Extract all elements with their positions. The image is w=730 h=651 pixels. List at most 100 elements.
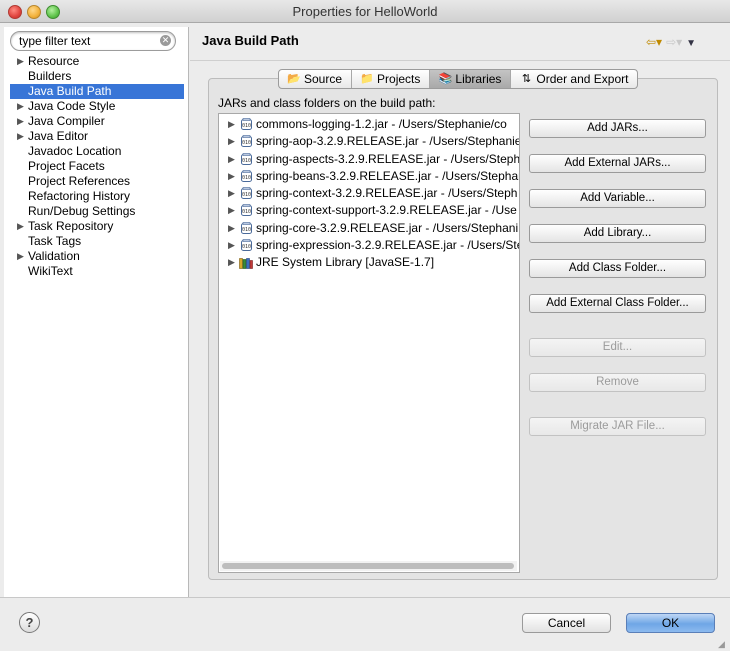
sidebar-item-label: Java Compiler — [28, 114, 105, 128]
expand-arrow-icon[interactable]: ▶ — [228, 185, 235, 202]
expand-arrow-icon[interactable]: ▶ — [17, 219, 24, 234]
tab-label: Source — [304, 72, 343, 86]
jar-icon: 010 — [241, 221, 252, 234]
view-menu-icon[interactable]: ▼ — [686, 38, 696, 49]
sidebar-item-label: Java Code Style — [28, 99, 116, 113]
sidebar-item-wikitext[interactable]: WikiText — [10, 264, 184, 279]
sidebar-item-task-tags[interactable]: Task Tags — [10, 234, 184, 249]
expand-arrow-icon[interactable]: ▶ — [17, 54, 24, 69]
order-export-icon: ⇅ — [521, 73, 532, 85]
add-library-button[interactable]: Add Library... — [529, 224, 706, 243]
add-jars-button[interactable]: Add JARs... — [529, 119, 706, 138]
sidebar-item-refactoring-history[interactable]: Refactoring History — [10, 189, 184, 204]
add-external-class-folder-button[interactable]: Add External Class Folder... — [529, 294, 706, 313]
back-arrow-icon[interactable]: ⇦▾ — [646, 35, 662, 49]
remove-button[interactable]: Remove — [529, 373, 706, 392]
sidebar-item-label: Java Editor — [28, 129, 89, 143]
jar-icon: 010 — [241, 170, 252, 182]
resize-grip-icon[interactable]: ◢ — [718, 639, 728, 649]
ok-button[interactable]: OK — [626, 613, 715, 633]
sidebar-item-java-build-path[interactable]: Java Build Path — [10, 84, 184, 99]
jre-library-icon — [239, 257, 253, 270]
sidebar-item-run-debug-settings[interactable]: Run/Debug Settings — [10, 204, 184, 219]
sidebar-item-label: WikiText — [28, 264, 73, 278]
tab-projects[interactable]: 📁 Projects — [352, 70, 431, 88]
sidebar-item-javadoc-location[interactable]: Javadoc Location — [10, 144, 184, 159]
tab-source[interactable]: 📂 Source — [279, 70, 353, 88]
svg-text:010: 010 — [242, 227, 251, 233]
header-divider — [190, 60, 730, 61]
jar-icon: 010 — [241, 118, 252, 130]
list-label: JARs and class folders on the build path… — [218, 96, 436, 110]
sidebar-item-validation[interactable]: ▶ Validation — [10, 249, 184, 264]
library-entry[interactable]: ▶ 010 spring-context-3.2.9.RELEASE.jar - /… — [219, 185, 519, 202]
sidebar-item-java-code-style[interactable]: ▶ Java Code Style — [10, 99, 184, 114]
window-title: Properties for HelloWorld — [292, 4, 438, 19]
expand-arrow-icon[interactable]: ▶ — [228, 168, 235, 185]
sidebar-item-task-repository[interactable]: ▶ Task Repository — [10, 219, 184, 234]
library-entry[interactable]: ▶ 010 commons-logging-1.2.jar - /Users/Ste… — [219, 116, 519, 133]
library-entry[interactable]: ▶ 010 spring-core-3.2.9.RELEASE.jar - /Use… — [219, 220, 519, 237]
sidebar-item-resource[interactable]: ▶ Resource — [10, 54, 184, 69]
source-folder-icon: 📂 — [287, 73, 301, 85]
sidebar-item-label: Resource — [28, 54, 80, 68]
add-variable-button[interactable]: Add Variable... — [529, 189, 706, 208]
add-external-jars-button[interactable]: Add External JARs... — [529, 154, 706, 173]
expand-arrow-icon[interactable]: ▶ — [228, 133, 235, 150]
expand-arrow-icon[interactable]: ▶ — [228, 220, 235, 237]
expand-arrow-icon[interactable]: ▶ — [228, 116, 235, 133]
horizontal-scrollbar[interactable] — [220, 561, 517, 571]
svg-text:010: 010 — [242, 244, 251, 250]
page-title: Java Build Path — [202, 33, 299, 48]
svg-text:010: 010 — [242, 175, 251, 181]
filter-input[interactable] — [19, 33, 155, 48]
projects-icon: 📁 — [360, 73, 374, 85]
library-entry[interactable]: ▶ JRE System Library [JavaSE-1.7] — [219, 254, 519, 271]
expand-arrow-icon[interactable]: ▶ — [17, 114, 24, 129]
library-entry-label: commons-logging-1.2.jar - /Users/Stephan… — [256, 117, 507, 131]
sidebar-item-java-editor[interactable]: ▶ Java Editor — [10, 129, 184, 144]
library-entry-label: spring-context-support-3.2.9.RELEASE.jar… — [256, 203, 517, 218]
expand-arrow-icon[interactable]: ▶ — [17, 129, 24, 144]
library-entry[interactable]: ▶ 010 spring-context-support-3.2.9.RELEASE… — [219, 202, 519, 219]
jar-icon: 010 — [241, 239, 252, 252]
sidebar-item-label: Javadoc Location — [28, 144, 122, 158]
help-button[interactable]: ? — [19, 612, 40, 633]
library-entry-label: spring-core-3.2.9.RELEASE.jar - /Users/S… — [256, 220, 519, 235]
libraries-icon: 📚 — [438, 73, 453, 85]
history-navigation: ⇦▾ ⇨▾ ▼ — [646, 35, 700, 49]
clear-filter-icon[interactable]: ✕ — [160, 35, 171, 46]
forward-arrow-icon[interactable]: ⇨▾ — [666, 35, 682, 49]
sidebar-item-label: Task Repository — [28, 219, 114, 233]
library-entry[interactable]: ▶ 010 spring-expression-3.2.9.RELEASE.jar … — [219, 237, 519, 254]
sidebar-item-builders[interactable]: Builders — [10, 69, 184, 84]
library-entry[interactable]: ▶ 010 spring-beans-3.2.9.RELEASE.jar - /Us… — [219, 168, 519, 185]
sidebar-item-label: Java Build Path — [28, 84, 112, 98]
sidebar-item-project-facets[interactable]: Project Facets — [10, 159, 184, 174]
library-entry[interactable]: ▶ 010 spring-aop-3.2.9.RELEASE.jar - /User… — [219, 133, 519, 150]
svg-text:010: 010 — [242, 158, 251, 164]
expand-arrow-icon[interactable]: ▶ — [228, 151, 235, 168]
tab-order-and-export[interactable]: ⇅ Order and Export — [511, 70, 637, 88]
cancel-button[interactable]: Cancel — [522, 613, 611, 633]
expand-arrow-icon[interactable]: ▶ — [17, 249, 24, 264]
svg-text:010: 010 — [242, 192, 251, 198]
expand-arrow-icon[interactable]: ▶ — [228, 254, 235, 271]
expand-arrow-icon[interactable]: ▶ — [228, 237, 235, 254]
footer-divider — [0, 597, 730, 598]
expand-arrow-icon[interactable]: ▶ — [17, 99, 24, 114]
sidebar-item-label: Run/Debug Settings — [28, 204, 136, 218]
filter-field[interactable]: ✕ — [10, 31, 176, 51]
jar-icon: 010 — [241, 204, 252, 217]
library-entry[interactable]: ▶ 010 spring-aspects-3.2.9.RELEASE.jar - /… — [219, 151, 519, 168]
migrate-jar-button[interactable]: Migrate JAR File... — [529, 417, 706, 436]
library-list[interactable]: ▶ 010 commons-logging-1.2.jar - /Users/Ste… — [218, 113, 520, 573]
library-entry-label: spring-beans-3.2.9.RELEASE.jar - /Users/… — [256, 168, 519, 183]
tab-libraries[interactable]: 📚 Libraries — [430, 70, 512, 88]
sidebar-item-java-compiler[interactable]: ▶ Java Compiler — [10, 114, 184, 129]
edit-button[interactable]: Edit... — [529, 338, 706, 357]
scrollbar-thumb[interactable] — [222, 563, 514, 569]
expand-arrow-icon[interactable]: ▶ — [228, 202, 235, 219]
add-class-folder-button[interactable]: Add Class Folder... — [529, 259, 706, 278]
sidebar-item-project-references[interactable]: Project References — [10, 174, 184, 189]
